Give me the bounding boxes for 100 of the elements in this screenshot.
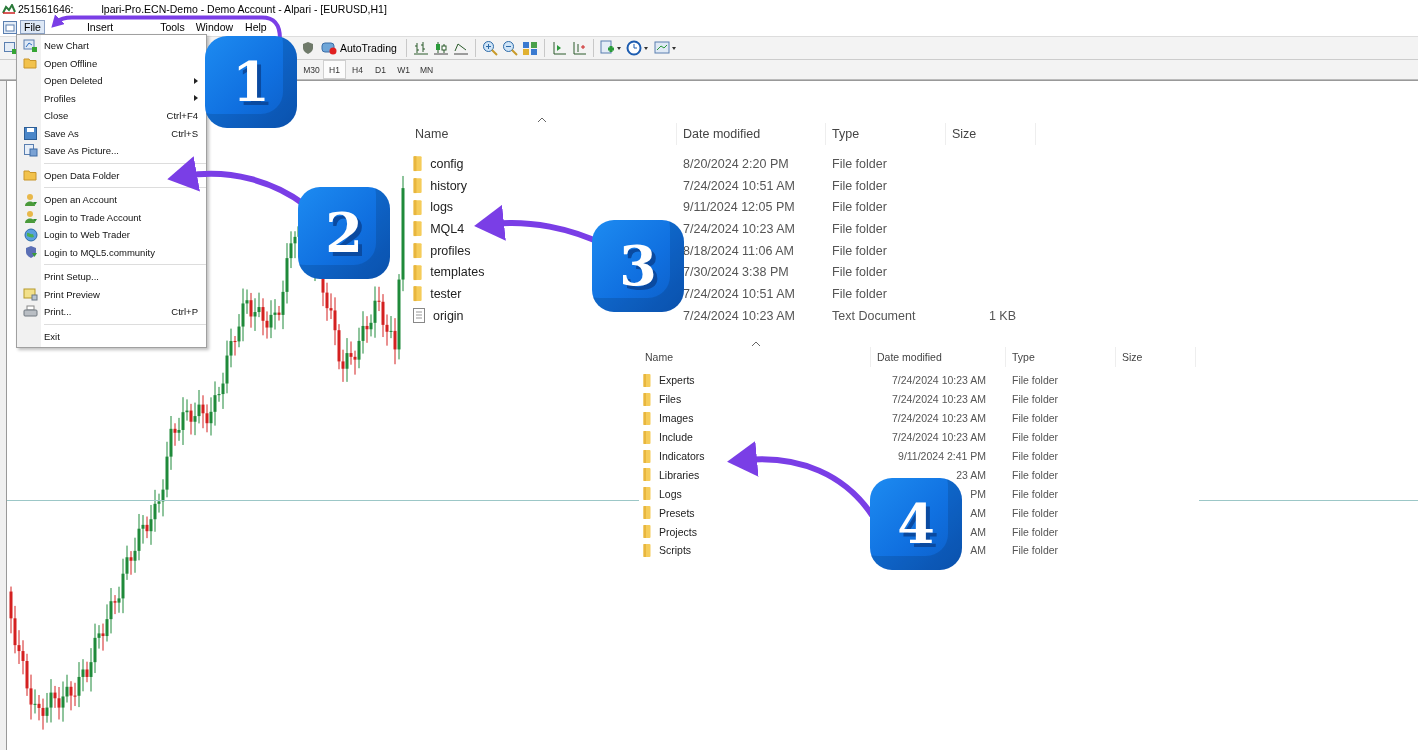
autoscroll-icon[interactable]	[570, 41, 587, 55]
file-type: File folder	[1011, 374, 1060, 387]
zoom-out-icon[interactable]	[501, 40, 518, 56]
person-icon	[23, 210, 38, 225]
date-modified: 9/11/2024 2:41 PM	[897, 450, 987, 462]
column-header[interactable]: Type	[1006, 347, 1116, 367]
candlestick-icon[interactable]	[432, 41, 449, 55]
shield-icon[interactable]	[302, 41, 314, 55]
file-name[interactable]: Experts	[659, 374, 695, 387]
file-name[interactable]: Presets	[659, 506, 695, 519]
menu-title[interactable]: File	[20, 20, 45, 34]
menu-item[interactable]: Close Ctrl+F4	[17, 107, 206, 125]
menu-title[interactable]: Help	[241, 20, 271, 34]
menu-item[interactable]: Exit	[17, 327, 206, 345]
column-header[interactable]: Name	[639, 347, 871, 367]
menu-item[interactable]: Login to Trade Account	[17, 208, 206, 226]
date-modified: 9/11/2024 12:05 PM	[682, 200, 796, 215]
folder-icon	[643, 429, 651, 445]
date-modified: 8/20/2024 2:20 PM	[682, 156, 790, 171]
file-type: File folder	[1011, 431, 1060, 444]
file-type: File folder	[1011, 450, 1060, 462]
menu-item[interactable]: Save As Ctrl+S	[17, 124, 206, 142]
folder-icon	[413, 241, 423, 260]
text-document-icon	[413, 308, 425, 324]
date-modified: 7/24/2024 10:51 AM	[682, 178, 796, 193]
tile-windows-icon[interactable]	[521, 40, 538, 56]
column-header[interactable]: Type	[826, 123, 946, 145]
chart-icon	[23, 38, 38, 53]
date-modified: 8/18/2024 11:06 AM	[682, 243, 795, 258]
timeframe-tab[interactable]: W1	[392, 60, 415, 79]
printer-icon	[23, 305, 38, 319]
window-title: 251561646:	[18, 3, 74, 15]
menu-title[interactable]: Window	[191, 20, 238, 34]
timeframe-tab[interactable]: D1	[369, 60, 392, 79]
menu-item[interactable]: Print... Ctrl+P	[17, 303, 206, 321]
file-name[interactable]: Libraries	[659, 468, 700, 481]
file-name[interactable]: profiles	[430, 243, 471, 258]
column-header[interactable]: Date modified	[677, 123, 826, 145]
column-header[interactable]: Name	[409, 123, 677, 145]
folder-icon	[643, 486, 651, 502]
autotrading-button[interactable]: AutoTrading	[318, 39, 400, 57]
file-name[interactable]: Files	[659, 393, 682, 406]
file-size: 1 KB	[987, 308, 1017, 323]
file-type: File folder	[1011, 468, 1060, 481]
file-name[interactable]: Projects	[659, 525, 697, 538]
sort-caret-icon	[751, 341, 761, 347]
menu-item[interactable]: Profiles	[17, 89, 206, 107]
date-modified: PM	[969, 487, 987, 500]
timeframe-tab[interactable]: M30	[300, 60, 323, 79]
file-name[interactable]: Images	[659, 412, 694, 425]
folder-icon	[413, 198, 423, 216]
file-name[interactable]: history	[430, 178, 467, 193]
indicator-add-icon[interactable]	[599, 40, 622, 56]
shield-icon	[23, 245, 38, 260]
file-name[interactable]: Scripts	[659, 544, 692, 557]
file-name[interactable]: templates	[430, 265, 485, 280]
file-name[interactable]: Indicators	[659, 450, 705, 462]
menu-item[interactable]: Print Setup...	[17, 268, 206, 286]
file-type: File folder	[1011, 412, 1060, 425]
menu-item[interactable]: Open an Account	[17, 191, 206, 209]
timeframe-tab[interactable]: MN	[415, 60, 438, 79]
bar-chart-icon[interactable]	[412, 41, 429, 55]
file-name[interactable]: config	[430, 156, 464, 171]
chart-shift-icon[interactable]	[550, 41, 567, 55]
menu-item[interactable]: Save As Picture...	[17, 142, 206, 160]
menu-item[interactable]: New Chart	[17, 37, 206, 55]
folder-icon	[413, 176, 423, 195]
folder-icon	[643, 542, 651, 558]
date-modified: 7/24/2024 10:23 AM	[682, 221, 796, 236]
line-chart-icon[interactable]	[452, 41, 469, 55]
menu-item[interactable]: Open Offline	[17, 54, 206, 72]
file-name[interactable]: MQL4	[430, 221, 465, 236]
clock-icon[interactable]	[625, 40, 650, 56]
menu-item[interactable]: Login to MQL5.community	[17, 243, 206, 261]
menu-item[interactable]: Print Preview	[17, 285, 206, 303]
app-logo-icon	[2, 4, 16, 14]
folder-icon	[23, 169, 38, 182]
file-type: File folder	[831, 286, 888, 301]
menu-title[interactable]: Insert	[82, 20, 118, 34]
template-icon[interactable]	[653, 40, 678, 56]
file-type: File folder	[831, 243, 888, 258]
zoom-in-icon[interactable]	[481, 40, 498, 56]
menu-item[interactable]: Open Deleted	[17, 72, 206, 90]
menu-item[interactable]: Login to Web Trader	[17, 226, 206, 244]
sort-caret-icon	[537, 117, 547, 123]
menu-title[interactable]: Tools	[156, 20, 189, 34]
column-header[interactable]: Date modified	[871, 347, 1006, 367]
file-name[interactable]: origin	[433, 308, 464, 323]
column-header[interactable]: Size	[946, 123, 1036, 145]
new-chart-icon[interactable]	[4, 41, 18, 55]
file-name[interactable]: tester	[430, 286, 462, 301]
file-name[interactable]: logs	[430, 200, 454, 215]
file-name[interactable]: Logs	[659, 487, 682, 500]
date-modified: 7/24/2024 10:23 AM	[891, 393, 987, 406]
step-number: 4	[870, 478, 962, 570]
timeframe-tab[interactable]: H4	[346, 60, 369, 79]
menu-item[interactable]: Open Data Folder	[17, 166, 206, 184]
file-name[interactable]: Include	[659, 431, 693, 444]
timeframe-tab[interactable]: H1	[323, 60, 346, 79]
column-header[interactable]: Size	[1116, 347, 1196, 367]
